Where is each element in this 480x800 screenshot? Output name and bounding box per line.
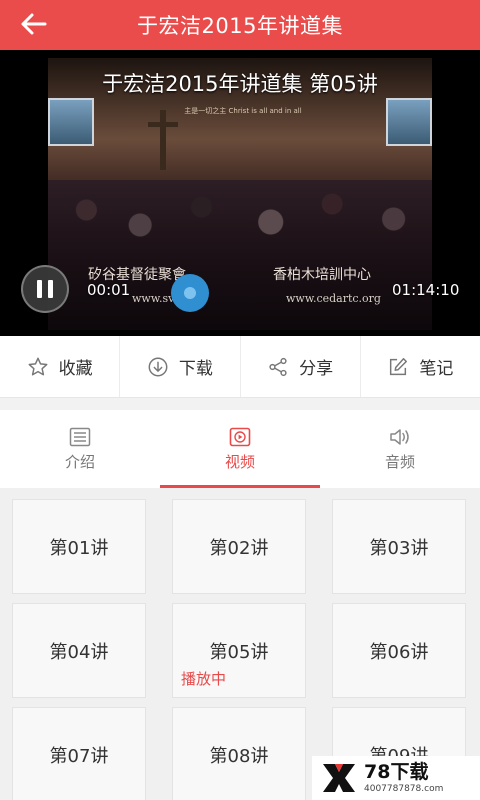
video-player[interactable]: 主是一切之主 Christ is all and in all 矽谷基督徒聚會 … (0, 50, 480, 336)
star-icon (28, 357, 48, 375)
cross-decoration (148, 110, 178, 170)
stage-sign: 主是一切之主 Christ is all and in all (184, 107, 302, 115)
episode-item[interactable]: 第02讲 (172, 499, 306, 594)
video-title: 于宏洁2015年讲道集 第05讲 (102, 72, 378, 96)
side-screen-left (48, 98, 94, 146)
episode-label: 第01讲 (49, 537, 109, 559)
tab-intro[interactable]: 介绍 (0, 410, 160, 488)
note-button[interactable]: 笔记 (361, 336, 480, 397)
episode-item[interactable]: 第04讲 (12, 603, 146, 698)
speaker-icon (390, 428, 409, 445)
seek-slider-knob[interactable] (171, 274, 209, 312)
note-icon (390, 357, 408, 375)
episode-grid: 第01讲 第02讲 第03讲 第04讲 第05讲 播放中 第06讲 第07讲 第… (0, 488, 480, 800)
tab-intro-label: 介绍 (64, 452, 95, 471)
logo-mark-icon (323, 764, 355, 792)
download-icon (148, 357, 168, 376)
logo-url: 4007787878.com (364, 784, 444, 794)
share-button[interactable]: 分享 (241, 336, 361, 397)
episode-item[interactable]: 第06讲 (332, 603, 466, 698)
watermark-url-right: www.cedartc.org (286, 292, 381, 305)
download-button[interactable]: 下载 (120, 336, 241, 397)
episode-label: 第04讲 (49, 641, 109, 663)
episode-item[interactable]: 第03讲 (332, 499, 466, 594)
watermark-right: 香柏木培訓中心 (273, 267, 371, 283)
episode-item[interactable]: 第08讲 (172, 707, 306, 800)
episode-label: 第07讲 (49, 745, 109, 767)
side-screen-right (386, 98, 432, 146)
favorite-label: 收藏 (58, 359, 93, 379)
episode-label: 第06讲 (369, 641, 429, 663)
favorite-button[interactable]: 收藏 (0, 336, 121, 397)
duration: 01:14:10 (392, 281, 460, 299)
site-watermark-logo: 78下载 4007787878.com (312, 756, 480, 800)
share-icon (269, 357, 287, 376)
app-header: 于宏洁2015年讲道集 (0, 0, 480, 50)
episode-item[interactable]: 第07讲 (12, 707, 146, 800)
logo-text: 78下载 (364, 761, 429, 783)
episode-label: 第05讲 (209, 641, 269, 663)
back-button[interactable] (14, 9, 54, 39)
video-icon (229, 427, 251, 446)
share-label: 分享 (299, 359, 334, 379)
list-icon (69, 427, 91, 446)
knob-center (184, 287, 196, 299)
audience (48, 180, 432, 330)
pause-button[interactable] (21, 265, 69, 313)
pause-icon (37, 280, 42, 298)
episode-label: 第03讲 (369, 537, 429, 559)
content-tabs: 介绍 视频 音频 (0, 410, 480, 488)
tab-audio-label: 音频 (384, 452, 415, 471)
back-arrow-icon (21, 13, 47, 35)
episode-item-current[interactable]: 第05讲 播放中 (172, 603, 306, 698)
action-bar: 收藏 下载 分享 笔记 (0, 336, 480, 398)
pause-icon-bar (48, 280, 53, 298)
tab-video[interactable]: 视频 (160, 410, 320, 488)
tab-video-label: 视频 (224, 452, 255, 471)
note-label: 笔记 (419, 359, 454, 379)
now-playing-badge: 播放中 (181, 670, 227, 688)
episode-label: 第08讲 (209, 745, 269, 767)
current-time: 00:01 (87, 281, 131, 299)
download-label: 下载 (178, 359, 213, 379)
episode-item[interactable]: 第01讲 (12, 499, 146, 594)
episode-label: 第02讲 (209, 537, 269, 559)
page-title: 于宏洁2015年讲道集 (137, 14, 343, 38)
tab-audio[interactable]: 音频 (320, 410, 480, 488)
